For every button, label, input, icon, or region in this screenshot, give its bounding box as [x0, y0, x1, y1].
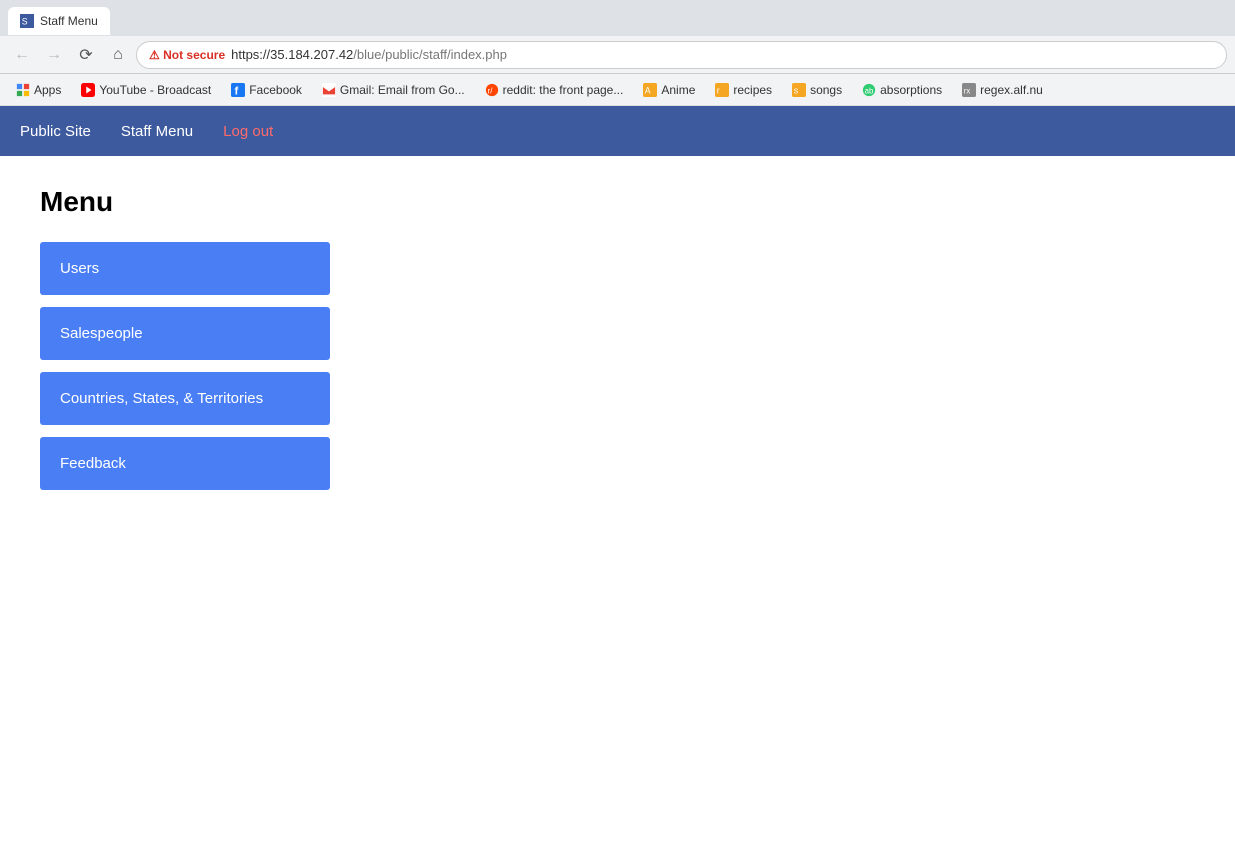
home-button[interactable]: ⌂ [104, 41, 132, 69]
feedback-button[interactable]: Feedback [40, 437, 330, 490]
svg-text:A: A [645, 85, 651, 95]
page-title: Menu [40, 186, 1195, 218]
svg-text:s: s [794, 85, 799, 95]
bookmark-youtube[interactable]: YouTube - Broadcast [73, 81, 219, 99]
bookmark-recipes-label: recipes [733, 83, 772, 97]
bookmark-anime[interactable]: A Anime [635, 81, 703, 99]
bookmark-youtube-label: YouTube - Broadcast [99, 83, 211, 97]
tab-bar: S Staff Menu [0, 0, 1235, 36]
url-path: /blue/public/staff/index.php [353, 47, 507, 62]
svg-text:ab: ab [865, 86, 874, 95]
svg-text:r/: r/ [487, 86, 493, 95]
logout-link[interactable]: Log out [223, 108, 273, 155]
bookmark-gmail[interactable]: Gmail: Email from Go... [314, 81, 473, 99]
public-site-link[interactable]: Public Site [20, 108, 91, 155]
bookmark-facebook[interactable]: f Facebook [223, 81, 310, 99]
active-tab[interactable]: S Staff Menu [8, 7, 110, 35]
bookmark-facebook-label: Facebook [249, 83, 302, 97]
nav-bar: ← → ⟳ ⌂ ⚠ Not secure https://35.184.207.… [0, 36, 1235, 74]
users-button[interactable]: Users [40, 242, 330, 295]
staff-menu-link[interactable]: Staff Menu [121, 108, 193, 155]
back-button[interactable]: ← [8, 41, 36, 69]
bookmark-absorptions-label: absorptions [880, 83, 942, 97]
reload-button[interactable]: ⟳ [72, 41, 100, 69]
bookmark-reddit[interactable]: r/ reddit: the front page... [477, 81, 632, 99]
countries-button[interactable]: Countries, States, & Territories [40, 372, 330, 425]
salespeople-button[interactable]: Salespeople [40, 307, 330, 360]
svg-text:S: S [22, 17, 28, 27]
bookmark-apps[interactable]: Apps [8, 81, 69, 99]
bookmarks-bar: Apps YouTube - Broadcast f Facebook [0, 74, 1235, 106]
bookmark-absorptions[interactable]: ab absorptions [854, 81, 950, 99]
bookmark-recipes[interactable]: r recipes [707, 81, 780, 99]
bookmark-apps-label: Apps [34, 83, 61, 97]
url-display: https://35.184.207.42/blue/public/staff/… [231, 47, 507, 62]
address-bar[interactable]: ⚠ Not secure https://35.184.207.42/blue/… [136, 41, 1227, 69]
security-indicator: ⚠ Not secure [149, 48, 225, 62]
svg-text:rx: rx [964, 86, 971, 95]
bookmark-songs-label: songs [810, 83, 842, 97]
browser-chrome: S Staff Menu ← → ⟳ ⌂ ⚠ Not secure https:… [0, 0, 1235, 106]
tab-label: Staff Menu [40, 14, 98, 28]
bookmark-regex-label: regex.alf.nu [980, 83, 1043, 97]
page-content: Menu Users Salespeople Countries, States… [0, 156, 1235, 532]
svg-text:r: r [717, 85, 720, 95]
forward-button[interactable]: → [40, 41, 68, 69]
bookmark-regex[interactable]: rx regex.alf.nu [954, 81, 1051, 99]
site-nav: Public Site Staff Menu Log out [0, 106, 1235, 156]
url-domain: https://35.184.207.42 [231, 47, 353, 62]
bookmark-reddit-label: reddit: the front page... [503, 83, 624, 97]
svg-text:f: f [235, 85, 239, 97]
bookmark-anime-label: Anime [661, 83, 695, 97]
bookmark-songs[interactable]: s songs [784, 81, 850, 99]
bookmark-gmail-label: Gmail: Email from Go... [340, 83, 465, 97]
